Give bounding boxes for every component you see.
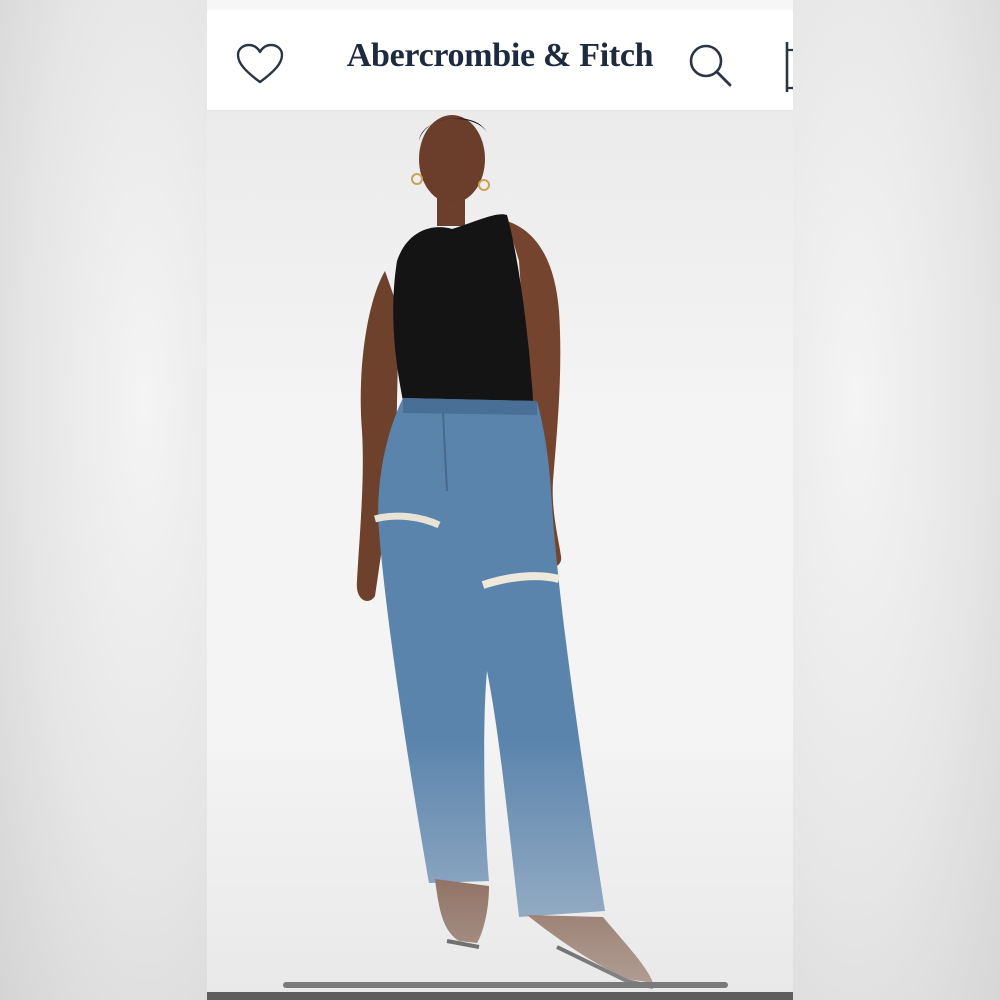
phone-screen: Abercrombie & Fitch: [207, 0, 793, 1000]
earring-left: [411, 173, 423, 185]
floor-shadow: [207, 740, 793, 1000]
home-indicator[interactable]: [283, 982, 728, 988]
app-header: Abercrombie & Fitch: [207, 10, 793, 111]
bag-icon[interactable]: [784, 38, 793, 96]
head: [419, 115, 485, 203]
screen: Abercrombie & Fitch: [0, 0, 1000, 1000]
status-bar: [207, 0, 793, 10]
bottom-bar: [207, 992, 793, 1000]
search-icon[interactable]: [687, 42, 733, 88]
black-bodysuit: [393, 214, 533, 403]
product-image[interactable]: [207, 111, 793, 1000]
earring-right: [478, 179, 490, 191]
blurred-background-right: [793, 0, 1000, 1000]
blurred-background-left: [0, 0, 207, 1000]
